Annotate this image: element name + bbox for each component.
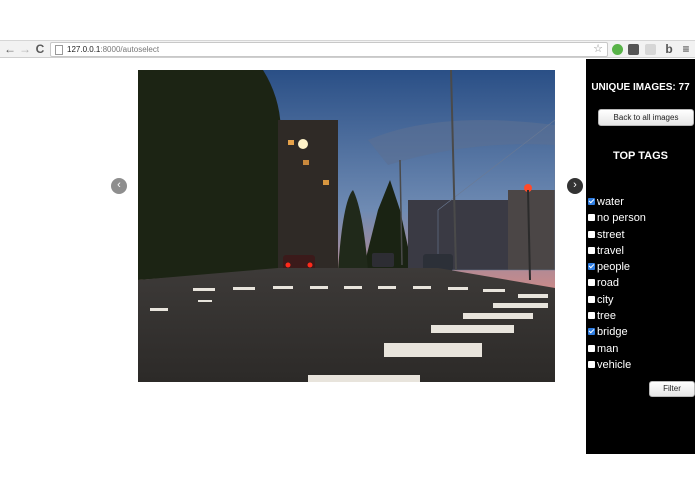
checkbox[interactable] [588,344,595,352]
tag-label: street [597,228,625,241]
chevron-right-icon: › [573,179,577,191]
tag-item-bridge[interactable]: bridge [588,324,646,340]
checkbox[interactable] [588,198,595,205]
tag-item-man[interactable]: man [588,341,646,357]
tag-item-street[interactable]: street [588,227,646,243]
tag-label: no person [597,212,646,225]
tag-label: people [597,261,631,274]
tag-item-city[interactable]: city [588,292,646,308]
tag-label: road [597,277,620,290]
url-text[interactable]: 127.0.0.1:8000/autoselect [67,44,159,56]
tag-label: man [597,342,619,355]
extension-green-icon[interactable] [612,44,623,55]
tag-label: water [597,196,624,208]
checkbox[interactable] [588,328,595,336]
street-scene-photo [138,70,555,382]
filter-button[interactable]: Filter [649,381,695,397]
checkbox[interactable] [588,263,595,271]
carousel-next-button[interactable]: › [567,178,583,194]
pocket-icon[interactable] [628,44,639,55]
shield-icon[interactable] [645,44,656,55]
top-tags-heading: TOP TAGS [612,150,668,162]
forward-arrow-icon[interactable]: → [18,42,32,57]
sidebar: UNIQUE IMAGES: 77 Back to all images TOP… [586,59,695,454]
tag-label: vehicle [597,358,632,371]
tag-item-tree[interactable]: tree [588,308,646,324]
tag-item-water[interactable]: water [588,194,646,210]
tag-list: water no person street travel people roa… [588,194,646,373]
tag-label: bridge [597,326,628,339]
extension-blank-icon [652,45,654,47]
address-bar[interactable]: 127.0.0.1:8000/autoselect ☆ [50,42,608,57]
browser-toolbar: ← → C 127.0.0.1:8000/autoselect ☆ b ≡ [0,40,695,58]
tag-item-people[interactable]: people [588,259,646,275]
tag-item-vehicle[interactable]: vehicle [588,357,646,373]
tag-label: city [597,293,614,306]
carousel-prev-button[interactable]: ‹ [111,178,127,194]
bing-icon[interactable]: b [662,42,676,57]
checkbox[interactable] [588,295,595,303]
checkbox[interactable] [588,279,595,287]
checkbox[interactable] [588,360,595,368]
menu-icon[interactable]: ≡ [679,42,693,57]
bookmark-star-icon[interactable]: ☆ [593,43,603,56]
main-image [138,70,555,382]
reload-icon[interactable]: C [33,42,47,57]
url-path: :8000/autoselect [100,45,160,54]
tag-item-no-person[interactable]: no person [588,210,646,226]
tag-label: travel [597,244,624,257]
checkbox[interactable] [588,230,595,238]
checkbox[interactable] [588,214,595,222]
tag-label: tree [597,310,616,323]
tag-item-road[interactable]: road [588,275,646,291]
unique-images-count: UNIQUE IMAGES: 77 [591,82,690,93]
back-arrow-icon[interactable]: ← [3,42,17,57]
url-host: 127.0.0.1 [67,45,101,54]
checkbox[interactable] [588,312,595,320]
tag-item-travel[interactable]: travel [588,243,646,259]
back-to-all-images-button[interactable]: Back to all images [598,109,694,126]
chevron-left-icon: ‹ [117,179,121,191]
checkbox[interactable] [588,246,595,254]
page-icon [55,45,63,55]
